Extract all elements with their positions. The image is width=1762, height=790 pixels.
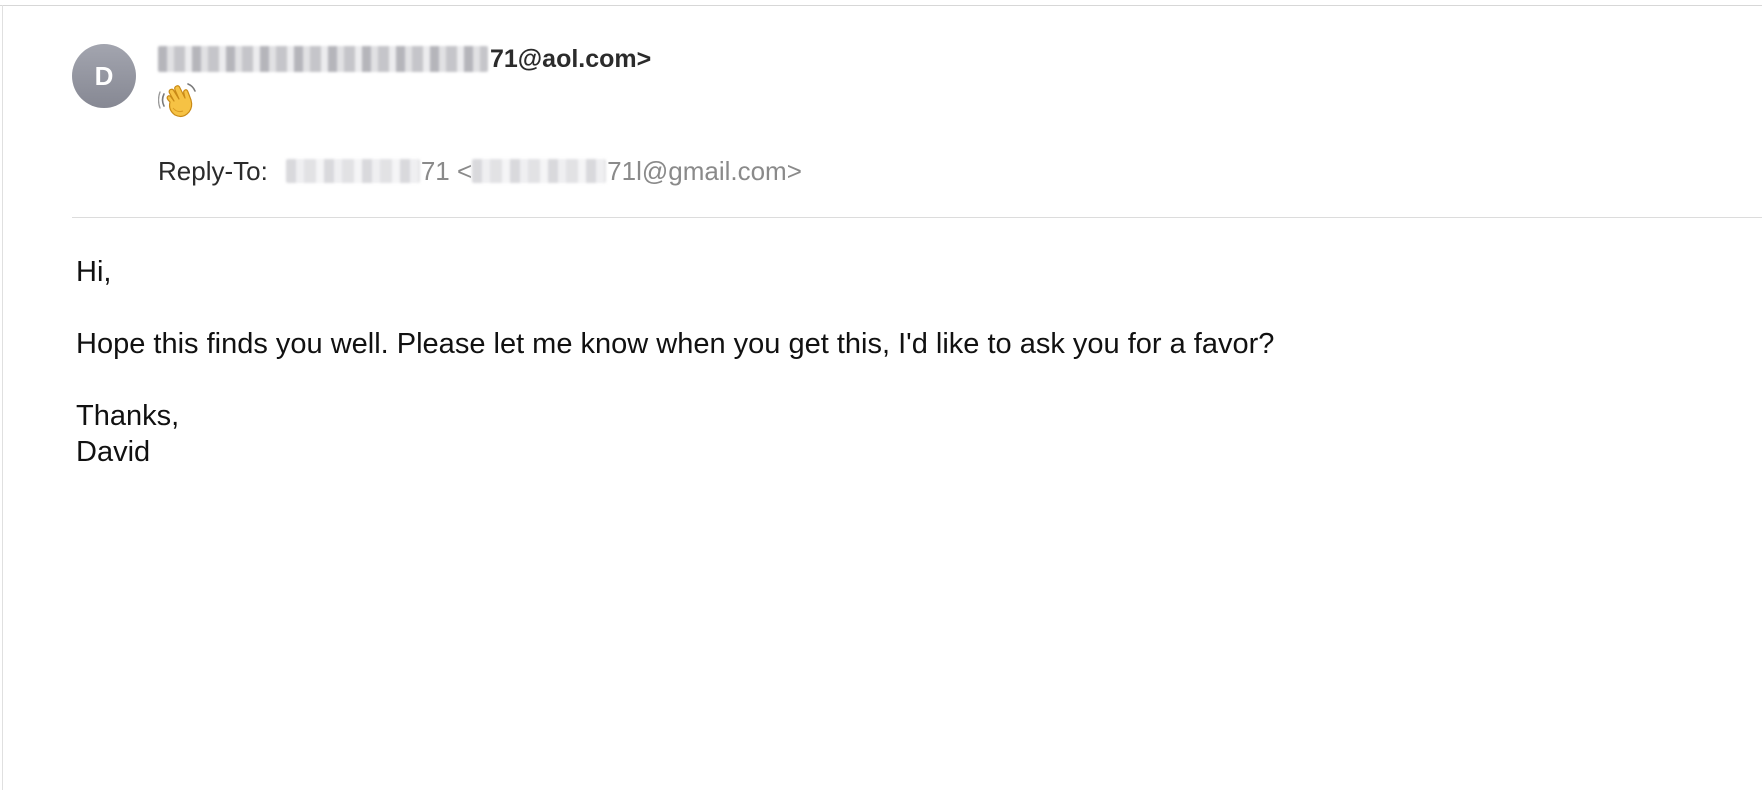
reply-to-name-suffix: 71 < — [420, 155, 473, 186]
redacted-sender — [158, 46, 488, 72]
redacted-reply-email — [472, 159, 607, 183]
reply-to-label: Reply-To: — [158, 155, 268, 186]
signature-line: David — [76, 436, 151, 468]
reply-to-address[interactable]: 71 < 71l@gmail.com> — [285, 155, 802, 187]
reply-to-email-suffix: 71l@gmail.com> — [607, 155, 802, 186]
header-divider — [72, 217, 1762, 218]
top-divider — [0, 5, 1762, 6]
sender-avatar[interactable]: D — [72, 44, 136, 108]
message-body: Hi, Hope this finds you well. Please let… — [76, 254, 1274, 470]
waving-hand-icon — [158, 83, 196, 118]
signoff-line: Thanks, — [76, 400, 180, 432]
avatar-initial: D — [94, 60, 114, 91]
email-viewer: D 71@aol.com> Reply-To: 71 < 71l@gmail.c… — [0, 0, 1762, 790]
redacted-reply-name — [285, 159, 420, 183]
left-divider — [2, 5, 3, 790]
message-line: Hope this finds you well. Please let me … — [76, 328, 1275, 360]
greeting-line: Hi, — [76, 256, 112, 288]
reply-to-row: Reply-To: 71 < 71l@gmail.com> — [158, 154, 802, 188]
from-address[interactable]: 71@aol.com> — [158, 42, 651, 76]
from-address-suffix: 71@aol.com> — [490, 44, 652, 73]
